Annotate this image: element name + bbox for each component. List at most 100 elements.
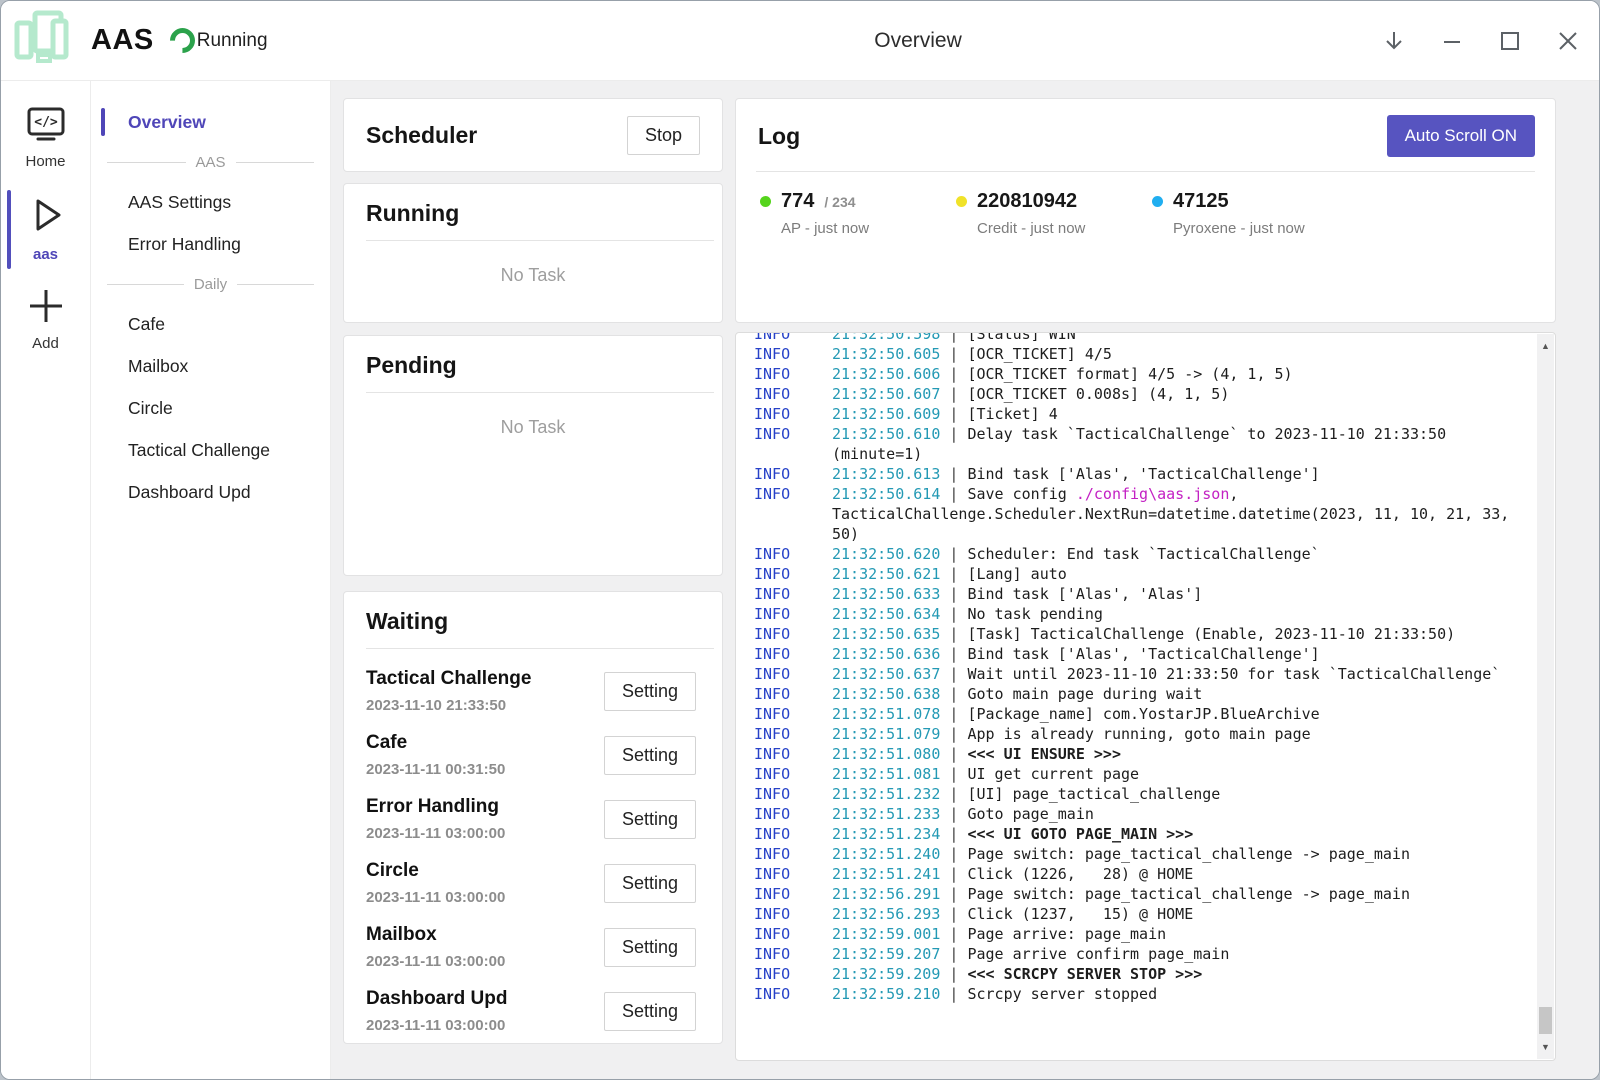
rail-item-home[interactable]: </> Home [1, 99, 90, 180]
nav-item-dashboard-upd[interactable]: Dashboard Upd [91, 471, 330, 513]
log-entry: INFO21:32:50.610 | Delay task `TacticalC… [754, 424, 1530, 464]
task-setting-button[interactable]: Setting [604, 928, 696, 967]
scroll-up-icon[interactable]: ▲ [1537, 337, 1554, 355]
nav-item-mailbox[interactable]: Mailbox [91, 345, 330, 387]
play-icon [23, 192, 69, 243]
nav-panel: OverviewAASAAS SettingsError HandlingDai… [91, 81, 331, 1080]
log-entry: INFO21:32:59.207 | Page arrive confirm p… [754, 944, 1530, 964]
running-spinner-icon [165, 23, 200, 58]
log-entry: INFO21:32:50.614 | Save config ./config\… [754, 484, 1530, 544]
waiting-task-next-run: 2023-11-11 03:00:00 [366, 953, 505, 970]
log-separator: | [940, 625, 967, 643]
log-timestamp: 21:32:50.633 [832, 585, 940, 603]
log-message: Bind task ['Alas', 'TacticalChallenge'] [967, 465, 1319, 483]
log-message: Bind task ['Alas', 'Alas'] [967, 585, 1202, 603]
log-timestamp: 21:32:50.621 [832, 565, 940, 583]
log-entry: INFO21:32:50.605 | [OCR_TICKET] 4/5 [754, 344, 1530, 364]
log-level: INFO [754, 424, 832, 464]
log-title: Log [758, 123, 800, 150]
rail-item-aas[interactable]: aas [1, 186, 90, 273]
task-setting-button[interactable]: Setting [604, 736, 696, 775]
stop-button[interactable]: Stop [627, 116, 700, 155]
log-level: INFO [754, 464, 832, 484]
log-timestamp: 21:32:50.614 [832, 485, 940, 503]
app-window: AAS Running Overview [0, 0, 1600, 1080]
log-entry: INFO21:32:59.001 | Page arrive: page_mai… [754, 924, 1530, 944]
log-timestamp: 21:32:50.605 [832, 345, 940, 363]
nav-section-label: AAS [196, 154, 226, 171]
pending-empty-text: No Task [344, 393, 722, 438]
waiting-task-row: Cafe2023-11-11 00:31:50Setting [344, 723, 722, 787]
running-empty-text: No Task [344, 241, 722, 286]
log-level: INFO [754, 604, 832, 624]
log-separator: | [940, 865, 967, 883]
close-icon[interactable] [1553, 26, 1583, 56]
minimize-icon[interactable] [1437, 26, 1467, 56]
maximize-icon[interactable] [1495, 26, 1525, 56]
log-entry: INFO21:32:51.078 | [Package_name] com.Yo… [754, 704, 1530, 724]
rail-home-label: Home [25, 153, 65, 170]
nav-item-tactical-challenge[interactable]: Tactical Challenge [91, 429, 330, 471]
log-level: INFO [754, 784, 832, 804]
log-message: <<< SCRCPY SERVER STOP >>> [967, 965, 1202, 983]
log-level: INFO [754, 564, 832, 584]
nav-item-cafe[interactable]: Cafe [91, 303, 330, 345]
log-timestamp: 21:32:51.080 [832, 745, 940, 763]
scrollbar-thumb[interactable] [1539, 1007, 1552, 1034]
log-separator: | [940, 545, 967, 563]
waiting-task-name: Cafe [366, 732, 505, 754]
waiting-task-row: Dashboard Upd2023-11-11 03:00:00Setting [344, 979, 722, 1043]
log-separator: | [940, 985, 967, 1003]
log-message: [Task] TacticalChallenge (Enable, 2023-1… [967, 625, 1455, 643]
log-scrollbar[interactable]: ▲ ▼ [1537, 334, 1554, 1059]
log-separator: | [940, 765, 967, 783]
stat-dot-icon [1152, 196, 1163, 207]
pending-card: Pending No Task [343, 335, 723, 576]
log-timestamp: 21:32:51.081 [832, 765, 940, 783]
svg-text:</>: </> [34, 115, 58, 130]
log-separator: | [940, 425, 967, 443]
stat-label: Credit - just now [977, 220, 1152, 237]
rail-item-add[interactable]: Add [1, 279, 90, 362]
waiting-task-name: Tactical Challenge [366, 668, 531, 690]
log-timestamp: 21:32:56.293 [832, 905, 940, 923]
log-separator: | [940, 565, 967, 583]
log-level: INFO [754, 864, 832, 884]
task-setting-button[interactable]: Setting [604, 992, 696, 1031]
log-message: App is already running, goto main page [967, 725, 1310, 743]
log-level: INFO [754, 904, 832, 924]
log-message: Goto page_main [967, 805, 1093, 823]
running-title: Running [344, 184, 722, 240]
nav-item-overview[interactable]: Overview [91, 101, 330, 143]
waiting-task-next-run: 2023-11-11 03:00:00 [366, 889, 505, 906]
log-entry: INFO21:32:50.621 | [Lang] auto [754, 564, 1530, 584]
log-level: INFO [754, 484, 832, 544]
update-download-icon[interactable] [1379, 26, 1409, 56]
log-level: INFO [754, 924, 832, 944]
task-setting-button[interactable]: Setting [604, 800, 696, 839]
log-level: INFO [754, 684, 832, 704]
waiting-task-name: Dashboard Upd [366, 988, 507, 1010]
log-level: INFO [754, 824, 832, 844]
log-console[interactable]: INFO21:32:50.598 | [Status] WININFO21:32… [735, 332, 1556, 1061]
auto-scroll-button[interactable]: Auto Scroll ON [1387, 115, 1535, 157]
app-logo-icon [11, 7, 73, 74]
log-timestamp: 21:32:59.209 [832, 965, 940, 983]
pending-title: Pending [344, 336, 722, 392]
nav-item-error-handling[interactable]: Error Handling [91, 223, 330, 265]
title-bar: AAS Running Overview [1, 1, 1599, 81]
nav-item-circle[interactable]: Circle [91, 387, 330, 429]
log-level: INFO [754, 584, 832, 604]
log-timestamp: 21:32:56.291 [832, 885, 940, 903]
log-separator: | [940, 465, 967, 483]
log-level: INFO [754, 544, 832, 564]
task-setting-button[interactable]: Setting [604, 864, 696, 903]
log-timestamp: 21:32:51.079 [832, 725, 940, 743]
scroll-down-icon[interactable]: ▼ [1537, 1038, 1554, 1056]
stat-block: 774/ 234AP - just now [760, 190, 956, 237]
task-setting-button[interactable]: Setting [604, 672, 696, 711]
log-timestamp: 21:32:51.078 [832, 705, 940, 723]
nav-item-aas-settings[interactable]: AAS Settings [91, 181, 330, 223]
log-separator: | [940, 685, 967, 703]
log-separator: | [940, 725, 967, 743]
